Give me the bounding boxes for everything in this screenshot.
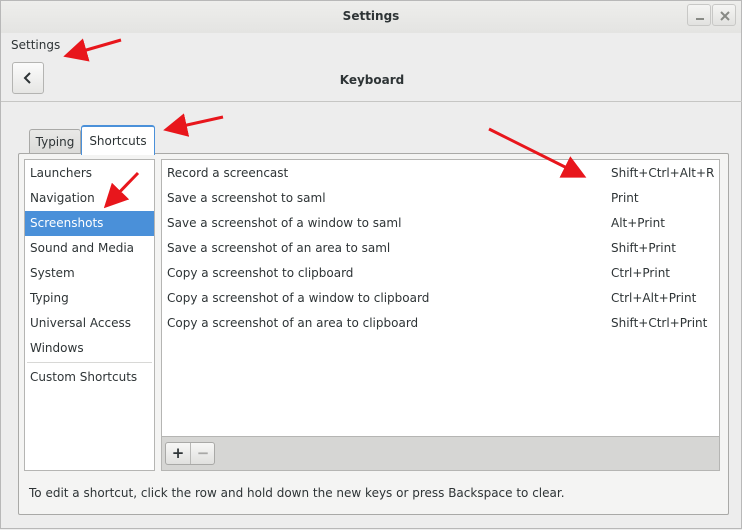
list-toolbar: + − — [162, 436, 719, 470]
window-title: Settings — [342, 9, 400, 23]
sidebar-item-typing[interactable]: Typing — [25, 286, 154, 311]
remove-shortcut-button[interactable]: − — [191, 443, 215, 464]
sidebar-divider — [27, 362, 152, 363]
shortcut-action: Copy a screenshot to clipboard — [167, 266, 354, 280]
header-divider — [1, 101, 742, 102]
shortcut-row[interactable]: Copy a screenshot of an area to clipboar… — [162, 311, 719, 336]
shortcut-action: Copy a screenshot of an area to clipboar… — [167, 316, 419, 330]
sidebar-item-system[interactable]: System — [25, 261, 154, 286]
shortcut-accelerator: Ctrl+Print — [611, 266, 671, 280]
minimize-button[interactable] — [687, 4, 711, 26]
sidebar-item-sound-and-media[interactable]: Sound and Media — [25, 236, 154, 261]
annotation-arrow-icon — [63, 38, 122, 62]
shortcut-accelerator: Ctrl+Alt+Print — [611, 291, 697, 305]
title-bar[interactable]: Settings — [1, 1, 741, 33]
add-shortcut-button[interactable]: + — [166, 443, 191, 464]
sidebar-item-windows[interactable]: Windows — [25, 336, 154, 361]
shortcut-row[interactable]: Save a screenshot of an area to saml Shi… — [162, 236, 719, 261]
sidebar-item-screenshots[interactable]: Screenshots — [25, 211, 154, 236]
shortcut-action: Save a screenshot of a window to saml — [167, 216, 402, 230]
shortcut-accelerator: Print — [611, 191, 639, 205]
shortcut-accelerator: Alt+Print — [611, 216, 665, 230]
shortcut-accelerator: Shift+Ctrl+Alt+R — [611, 166, 715, 180]
shortcut-action: Save a screenshot of an area to saml — [167, 241, 391, 255]
shortcut-action: Save a screenshot to saml — [167, 191, 326, 205]
help-hint: To edit a shortcut, click the row and ho… — [29, 486, 565, 500]
sidebar-item-launchers[interactable]: Launchers — [25, 161, 154, 186]
shortcut-row[interactable]: Record a screencast Shift+Ctrl+Alt+R — [162, 161, 719, 186]
shortcut-row[interactable]: Save a screenshot to saml Print — [162, 186, 719, 211]
page-title: Keyboard — [339, 73, 405, 87]
tab-shortcuts[interactable]: Shortcuts — [81, 125, 155, 155]
shortcuts-list: Record a screencast Shift+Ctrl+Alt+R Sav… — [161, 159, 720, 471]
shortcut-action: Record a screencast — [167, 166, 289, 180]
settings-window: Settings Settings Keyboard Typing Shortc… — [0, 0, 742, 529]
shortcut-accelerator: Shift+Print — [611, 241, 676, 255]
sidebar-item-custom-shortcuts[interactable]: Custom Shortcuts — [25, 365, 154, 390]
close-icon — [720, 11, 730, 21]
breadcrumb: Settings — [11, 38, 61, 52]
shortcut-categories-list: Launchers Navigation Screenshots Sound a… — [24, 159, 155, 471]
shortcut-row[interactable]: Copy a screenshot to clipboard Ctrl+Prin… — [162, 261, 719, 286]
tab-typing[interactable]: Typing — [29, 129, 81, 155]
close-button[interactable] — [712, 4, 736, 26]
sidebar-item-navigation[interactable]: Navigation — [25, 186, 154, 211]
shortcut-accelerator: Shift+Ctrl+Print — [611, 316, 708, 330]
shortcut-action: Copy a screenshot of a window to clipboa… — [167, 291, 430, 305]
shortcut-row[interactable]: Save a screenshot of a window to saml Al… — [162, 211, 719, 236]
shortcut-row[interactable]: Copy a screenshot of a window to clipboa… — [162, 286, 719, 311]
annotation-arrow-icon — [163, 113, 224, 137]
add-remove-group: + − — [165, 442, 215, 465]
sidebar-item-universal-access[interactable]: Universal Access — [25, 311, 154, 336]
minimize-icon — [696, 18, 704, 20]
